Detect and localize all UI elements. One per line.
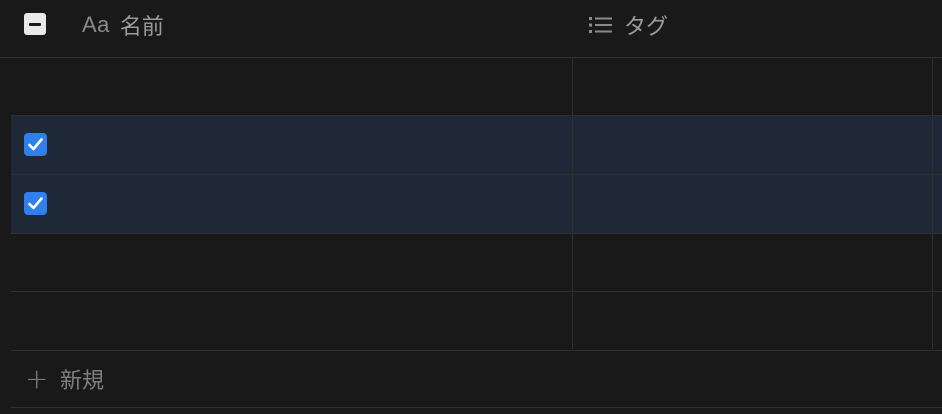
row-checkbox[interactable] — [24, 192, 47, 215]
tags-cell[interactable] — [573, 116, 931, 174]
plus-icon: + — [25, 361, 49, 395]
name-cell[interactable] — [11, 233, 572, 291]
tags-cell[interactable] — [573, 175, 931, 233]
indeterminate-icon — [29, 22, 41, 26]
column-header-name-label: 名前 — [119, 15, 164, 40]
table-row[interactable] — [11, 292, 942, 351]
column-header-tags[interactable]: タグ — [588, 0, 668, 50]
name-cell[interactable] — [51, 116, 572, 174]
checkmark-icon — [28, 197, 43, 210]
table-header: Aa 名前 タグ — [0, 0, 942, 58]
tags-cell[interactable] — [573, 57, 931, 115]
add-new-row-label: 新規 — [60, 368, 105, 394]
table-row[interactable] — [11, 175, 942, 234]
name-cell[interactable] — [11, 57, 572, 115]
name-cell[interactable] — [11, 292, 572, 350]
row-checkbox[interactable] — [24, 133, 47, 156]
column-header-name[interactable]: Aa 名前 — [82, 0, 164, 50]
column-divider — [572, 58, 573, 349]
list-icon — [588, 14, 614, 36]
column-header-tags-label: タグ — [624, 15, 669, 40]
tags-cell[interactable] — [573, 233, 931, 291]
database-table: Aa 名前 タグ + 新規 — [0, 0, 942, 414]
column-divider — [932, 58, 933, 349]
text-type-icon: Aa — [82, 12, 110, 37]
table-row[interactable] — [11, 57, 942, 116]
add-new-row-button[interactable]: + 新規 — [11, 350, 942, 408]
name-cell[interactable] — [51, 175, 572, 233]
table-row[interactable] — [11, 116, 942, 175]
tags-cell[interactable] — [573, 292, 931, 350]
table-row[interactable] — [11, 233, 942, 292]
select-all-checkbox[interactable] — [24, 13, 46, 35]
checkmark-icon — [28, 138, 43, 151]
